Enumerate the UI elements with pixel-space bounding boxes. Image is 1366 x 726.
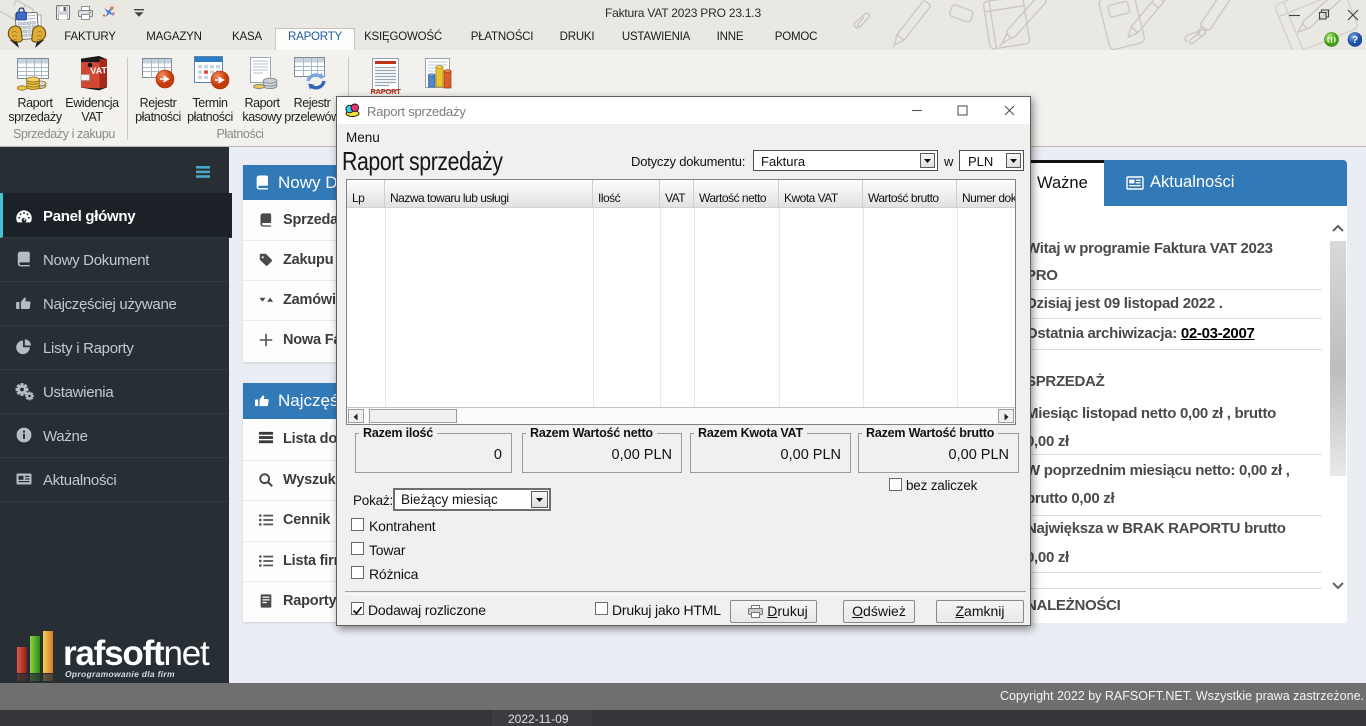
svg-text:RAPORT: RAPORT <box>371 87 401 96</box>
svg-text:VAT: VAT <box>90 65 108 76</box>
svg-text:?: ? <box>1352 35 1358 46</box>
